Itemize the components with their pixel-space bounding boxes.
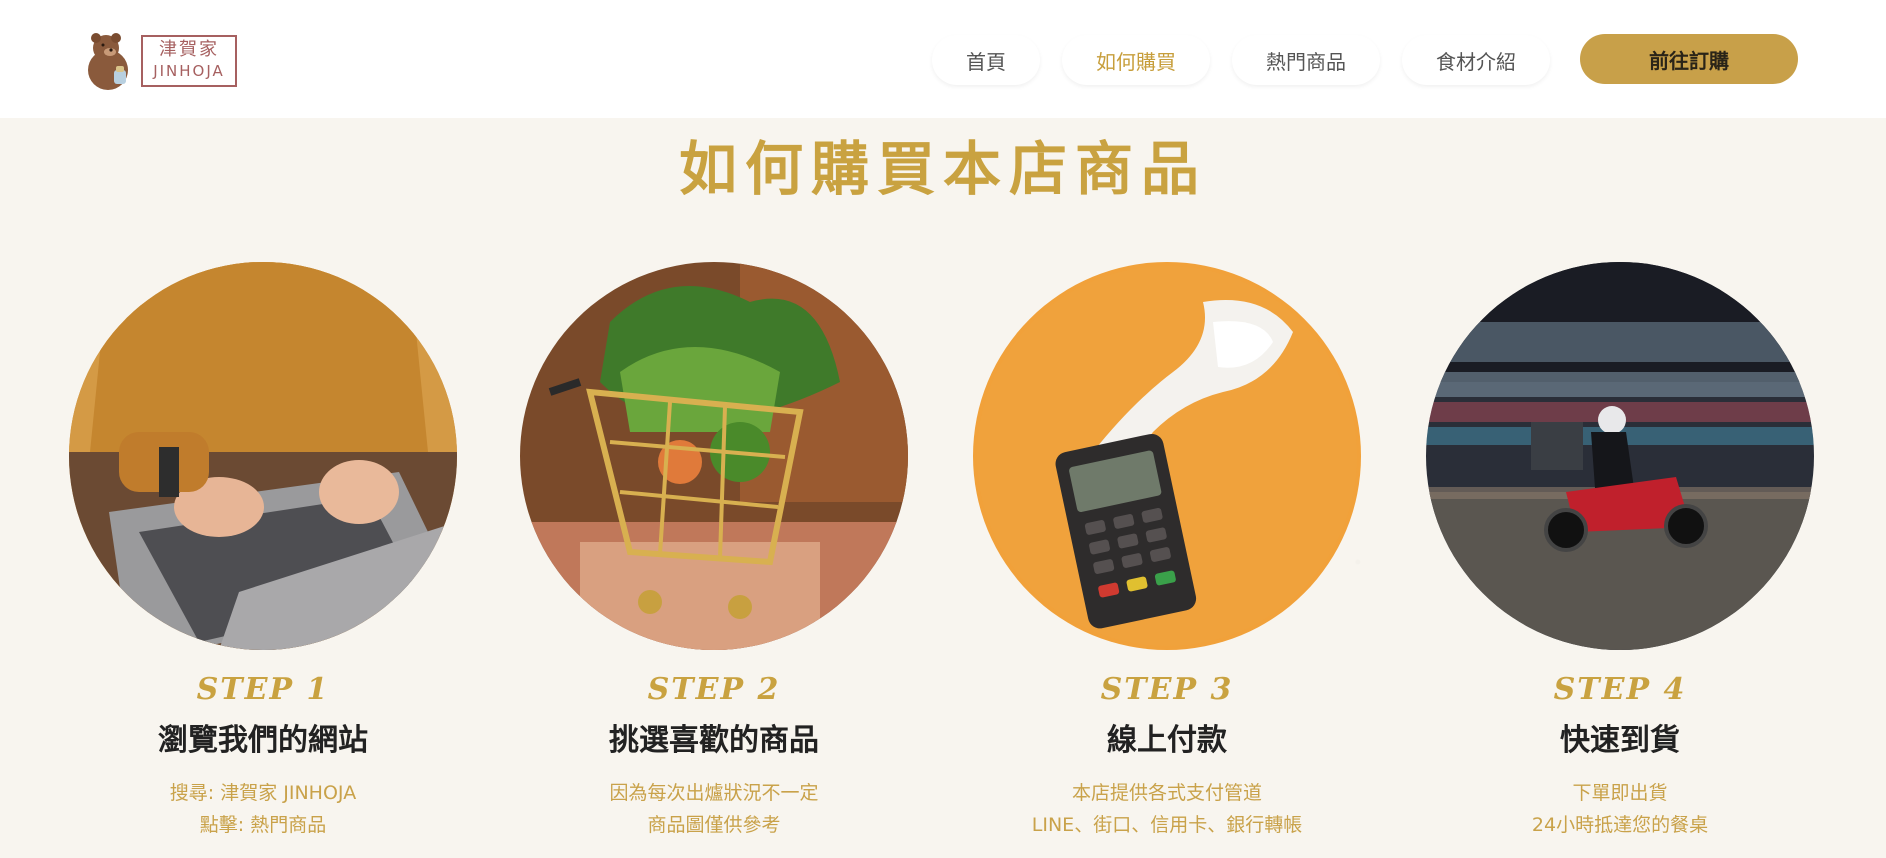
logo-name-cn: 津賀家 xyxy=(159,39,219,60)
step-title: 線上付款 xyxy=(1107,723,1227,758)
step-label: STEP 1 xyxy=(196,672,330,707)
step-desc-line: 搜尋: 津賀家 JINHOJA xyxy=(169,782,357,804)
step-desc-line: LINE、街口、信用卡、銀行轉帳 xyxy=(1031,814,1303,836)
step-desc-line: 24小時抵達您的餐桌 xyxy=(1531,814,1709,836)
step-desc-line: 商品圖僅供參考 xyxy=(647,814,781,836)
step-title: 瀏覽我們的網站 xyxy=(158,723,368,758)
card-terminal-photo xyxy=(973,262,1361,650)
step-card-1: STEP 1 瀏覽我們的網站 搜尋: 津賀家 JINHOJA 點擊: 熱門商品 xyxy=(68,262,458,841)
step-description: 因為每次出爐狀況不一定 商品圖僅供參考 xyxy=(519,777,909,841)
step-label: STEP 3 xyxy=(1100,672,1234,707)
laptop-typing-photo xyxy=(69,262,457,650)
step-label: STEP 4 xyxy=(1553,672,1687,707)
nav-item-home[interactable]: 首頁 xyxy=(932,35,1040,85)
bear-icon xyxy=(88,33,128,90)
step-description: 搜尋: 津賀家 JINHOJA 點擊: 熱門商品 xyxy=(68,777,458,841)
step-card-2: STEP 2 挑選喜歡的商品 因為每次出爐狀況不一定 商品圖僅供參考 xyxy=(519,262,909,841)
step-desc-line: 下單即出貨 xyxy=(1572,782,1668,804)
step-description: 本店提供各式支付管道 LINE、街口、信用卡、銀行轉帳 xyxy=(972,777,1362,841)
step-desc-line: 點擊: 熱門商品 xyxy=(199,814,327,836)
step-title: 挑選喜歡的商品 xyxy=(609,723,819,758)
logo[interactable]: 津賀家 JINHOJA xyxy=(84,32,244,92)
nav-item-ingredients[interactable]: 食材介紹 xyxy=(1402,35,1550,85)
step-card-4: STEP 4 快速到貨 下單即出貨 24小時抵達您的餐桌 xyxy=(1425,262,1815,841)
step-card-3: STEP 3 線上付款 本店提供各式支付管道 LINE、街口、信用卡、銀行轉帳 xyxy=(972,262,1362,841)
nav-item-how-to-buy[interactable]: 如何購買 xyxy=(1062,35,1210,85)
main-nav: 首頁 如何購買 熱門商品 食材介紹 xyxy=(932,34,1550,86)
step-title: 快速到貨 xyxy=(1560,723,1680,758)
step-desc-line: 因為每次出爐狀況不一定 xyxy=(609,782,819,804)
step-desc-line: 本店提供各式支付管道 xyxy=(1071,782,1262,804)
logo-name-en: JINHOJA xyxy=(153,62,225,80)
nav-item-popular[interactable]: 熱門商品 xyxy=(1232,35,1380,85)
step-description: 下單即出貨 24小時抵達您的餐桌 xyxy=(1425,777,1815,841)
site-header: 津賀家 JINHOJA 首頁 如何購買 熱門商品 食材介紹 前往訂購 xyxy=(0,0,1886,118)
delivery-scooter-photo xyxy=(1426,262,1814,650)
vegetable-cart-photo xyxy=(520,262,908,650)
section-title: 如何購買本店商品 xyxy=(678,135,1207,203)
order-now-button[interactable]: 前往訂購 xyxy=(1580,34,1798,84)
step-label: STEP 2 xyxy=(647,672,781,707)
logo-wordmark: 津賀家 JINHOJA xyxy=(141,35,237,87)
